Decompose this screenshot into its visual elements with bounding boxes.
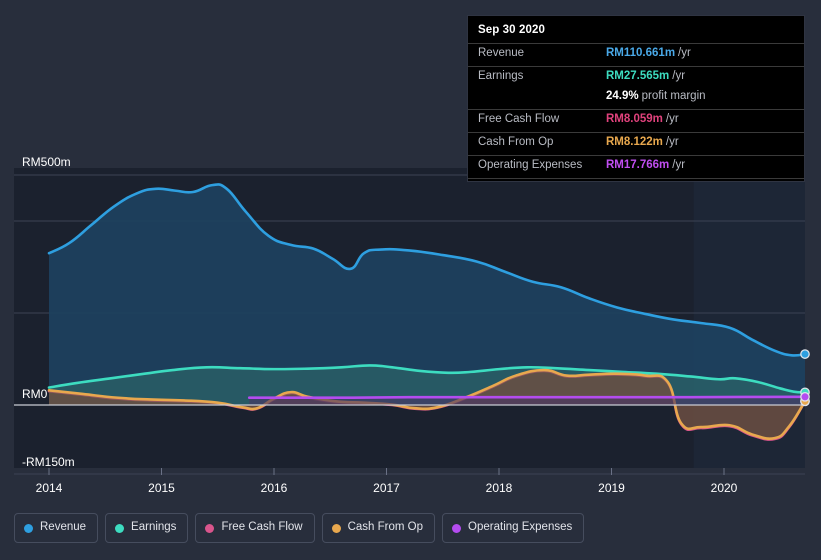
- legend-item-label: Cash From Op: [347, 521, 424, 534]
- legend-item-cash-from-op[interactable]: Cash From Op: [321, 513, 436, 543]
- data-tooltip: Sep 30 2020 Revenue RM110.661m/yr Earnings…: [467, 15, 805, 182]
- tooltip-row-value: RM27.565m: [606, 70, 670, 82]
- legend-color-dot-icon: [331, 523, 341, 533]
- tooltip-row: 24.9% profit margin: [468, 89, 804, 109]
- legend-item-label: Operating Expenses: [468, 521, 573, 534]
- tooltip-row-unit: /yr: [672, 70, 686, 82]
- legend-item-free-cash-flow[interactable]: Free Cash Flow: [195, 513, 315, 543]
- tooltip-row: Earnings RM27.565m/yr: [468, 66, 804, 89]
- y-axis-tick-label: -RM150m: [22, 455, 75, 469]
- tooltip-row-label: Cash From Op: [478, 136, 554, 148]
- legend-item-label: Earnings: [131, 521, 177, 534]
- tooltip-row-unit: /yr: [672, 159, 686, 171]
- endpoint-marker-operating-expenses[interactable]: [800, 391, 810, 402]
- y-axis-tick-label: RM0: [22, 387, 48, 401]
- tooltip-date: Sep 30 2020: [478, 24, 545, 36]
- series-line: [247, 395, 805, 399]
- tooltip-row-value: RM8.122m: [606, 136, 663, 148]
- tooltip-row: Revenue RM110.661m/yr: [468, 43, 804, 66]
- x-axis-tick-label: 2015: [148, 481, 175, 495]
- x-axis-tick-label: 2017: [373, 481, 400, 495]
- tooltip-row: Cash From Op RM8.122m/yr: [468, 132, 804, 155]
- tooltip-row-label: Operating Expenses: [478, 159, 583, 171]
- legend-item-label: Revenue: [40, 521, 87, 534]
- tooltip-row-value-wrap: 24.9% profit margin: [606, 90, 706, 102]
- tooltip-row-value-wrap: RM27.565m/yr: [606, 70, 685, 82]
- tooltip-row: Operating Expenses RM17.766m/yr: [468, 155, 804, 178]
- tooltip-row-value-wrap: RM8.122m/yr: [606, 136, 679, 148]
- y-axis-tick-label: RM500m: [22, 155, 71, 169]
- legend-color-dot-icon: [24, 523, 33, 533]
- legend-color-dot-icon: [205, 523, 215, 533]
- legend-color-dot-icon: [452, 523, 462, 533]
- x-axis-tick-label: 2018: [486, 481, 513, 495]
- x-axis-tick-label: 2014: [36, 481, 63, 495]
- endpoint-marker-revenue[interactable]: [800, 349, 810, 359]
- x-axis-tick-label: 2016: [261, 481, 288, 495]
- chart-legend: Revenue Earnings Free Cash Flow Cash From O…: [14, 513, 585, 543]
- legend-item-label: Free Cash Flow: [221, 521, 303, 534]
- tooltip-rows: Revenue RM110.661m/yr Earnings RM27.565m/yr…: [468, 43, 804, 178]
- legend-item-earnings[interactable]: Earnings: [105, 513, 189, 543]
- series-operating-expenses: [247, 395, 805, 405]
- tooltip-row-value-wrap: RM8.059m/yr: [606, 113, 679, 125]
- tooltip-row-value: RM110.661m: [606, 47, 676, 59]
- legend-item-revenue[interactable]: Revenue: [14, 513, 99, 543]
- tooltip-row-value: RM17.766m: [606, 159, 670, 171]
- tooltip-row-unit: /yr: [665, 136, 679, 148]
- tooltip-row-value-wrap: RM110.661m/yr: [606, 47, 691, 59]
- tooltip-row: Free Cash Flow RM8.059m/yr: [468, 109, 804, 132]
- tooltip-row-label: Free Cash Flow: [478, 113, 560, 125]
- tooltip-row-value: RM8.059m: [606, 113, 663, 125]
- tooltip-footer-rule: [468, 178, 804, 181]
- tooltip-row-unit: profit margin: [641, 90, 706, 102]
- legend-item-operating-expenses[interactable]: Operating Expenses: [442, 513, 585, 543]
- tooltip-row-label: Earnings: [478, 70, 524, 82]
- tooltip-row-unit: /yr: [665, 113, 679, 125]
- tooltip-row-value-wrap: RM17.766m/yr: [606, 159, 685, 171]
- x-axis-tick-label: 2020: [711, 481, 738, 495]
- x-axis-tick-label: 2019: [598, 481, 625, 495]
- legend-color-dot-icon: [115, 523, 125, 533]
- tooltip-row-value: 24.9%: [606, 90, 639, 102]
- x-axis-labels: 2014 2015 2016 2017 2018 2019 2020: [36, 468, 738, 495]
- tooltip-row-label: Revenue: [478, 47, 525, 59]
- tooltip-row-unit: /yr: [678, 47, 691, 59]
- financial-chart: RM500m RM0 -RM150m 2014 2015 2016 2017 2018 201…: [0, 0, 821, 560]
